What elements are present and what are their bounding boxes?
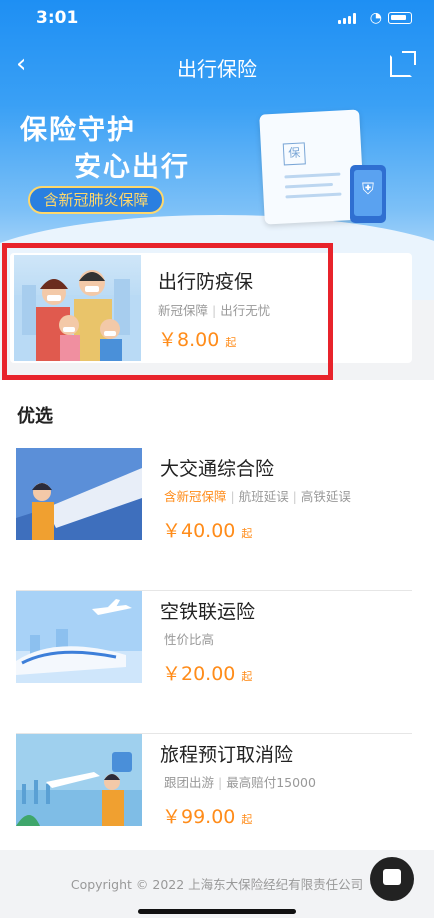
phone-illustration: ⛨	[350, 165, 386, 223]
chat-icon[interactable]	[370, 857, 414, 901]
product-title: 空铁联运险	[160, 601, 256, 623]
list-item[interactable]: 大交通综合险 含新冠保障 | 航班延误 | 高铁延误 ￥40.00 起	[0, 448, 434, 591]
product-price-suffix: 起	[241, 670, 253, 683]
policy-stamp: 保	[282, 142, 306, 166]
wifi-icon: ◔	[369, 10, 382, 26]
product-price-suffix: 起	[241, 813, 253, 826]
battery-icon	[388, 12, 412, 24]
annotation-highlight-box	[2, 243, 333, 380]
product-price-value: ￥40.00	[162, 520, 236, 542]
covid-coverage-tag: 含新冠肺炎保障	[28, 186, 164, 214]
product-price: ￥20.00 起	[162, 659, 252, 686]
product-price: ￥99.00 起	[162, 802, 252, 829]
home-indicator[interactable]	[138, 909, 296, 914]
status-bar: 3:01 ◔	[0, 0, 434, 36]
plane-train-thumbnail	[16, 591, 142, 683]
shield-icon: ⛨	[361, 179, 374, 198]
product-price-value: ￥99.00	[162, 806, 236, 828]
share-icon[interactable]	[390, 51, 416, 77]
product-price-suffix: 起	[241, 527, 253, 540]
product-tags: 含新冠保障 | 航班延误 | 高铁延误	[164, 489, 351, 504]
section-title: 优选	[17, 406, 53, 427]
product-tag: 最高赔付15000	[226, 775, 316, 790]
hero-slogan-line1: 保险守护	[20, 115, 136, 146]
product-price: ￥40.00 起	[162, 516, 252, 543]
copyright-text: Copyright © 2022 上海东大保险经纪有限责任公司	[70, 877, 364, 892]
product-tag: 高铁延误	[300, 489, 351, 504]
hero-slogan-line2: 安心出行	[74, 152, 190, 183]
travel-cancellation-thumbnail	[16, 734, 142, 826]
policy-document-illustration: 保	[259, 109, 365, 225]
status-time: 3:01	[36, 8, 79, 28]
signal-icon	[338, 13, 356, 24]
nav-bar: ‹ 出行保险	[0, 45, 434, 85]
product-title: 大交通综合险	[160, 458, 275, 480]
page-title: 出行保险	[177, 57, 257, 81]
footer: Copyright © 2022 上海东大保险经纪有限责任公司	[0, 850, 434, 918]
product-title: 旅程预订取消险	[160, 744, 294, 766]
product-tag: 含新冠保障	[164, 489, 227, 504]
train-station-thumbnail	[16, 448, 142, 540]
product-price-value: ￥20.00	[162, 663, 236, 685]
product-tag: 航班延误	[238, 489, 289, 504]
list-item[interactable]: 空铁联运险 性价比高 ￥20.00 起	[0, 591, 434, 734]
product-tag: 性价比高	[164, 632, 215, 647]
product-tags: 跟团出游 | 最高赔付15000	[164, 775, 316, 790]
product-list: 优选 大交通综合险 含新冠保障 | 航班延误 | 高铁延误 ￥40.00 起 空…	[0, 380, 434, 850]
product-tags: 性价比高	[164, 629, 214, 648]
product-tag: 跟团出游	[164, 775, 215, 790]
